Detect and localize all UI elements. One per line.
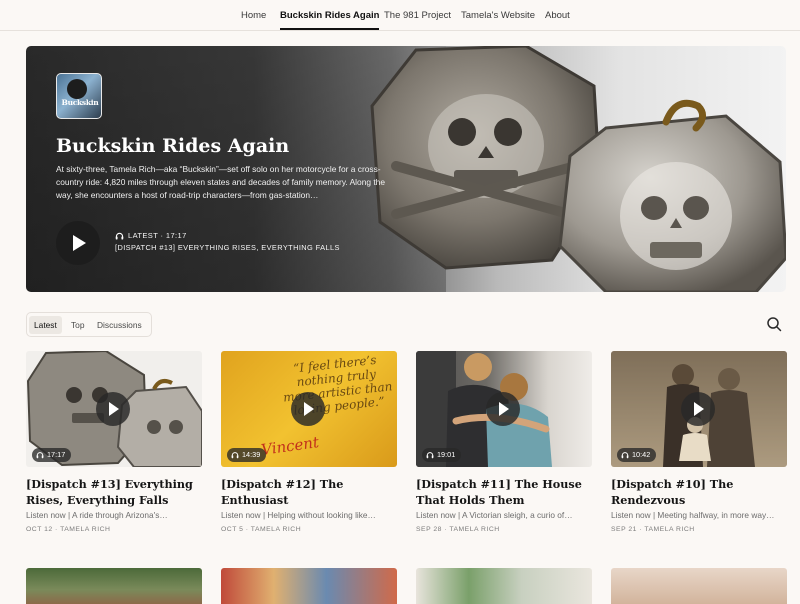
play-icon[interactable]	[681, 392, 715, 426]
top-navigation: Home Buckskin Rides Again The 981 Projec…	[0, 0, 800, 31]
tab-discussions[interactable]: Discussions	[92, 316, 147, 334]
duration-badge: 10:42	[617, 448, 657, 462]
coins-cover-image	[370, 46, 786, 292]
duration-badge: 14:39	[227, 448, 267, 462]
post-thumbnail-bottles[interactable]	[416, 568, 592, 604]
play-latest-button[interactable]	[56, 221, 100, 265]
publication-logo[interactable]: Buckskin	[56, 73, 102, 119]
post-thumbnail-colorful[interactable]	[221, 568, 397, 604]
quote-signature: Vincent	[260, 433, 320, 459]
post-title[interactable]: [Dispatch #12] The Enthusiast	[221, 476, 397, 508]
post-filter-tabs: Latest Top Discussions	[26, 312, 152, 337]
play-icon[interactable]	[96, 392, 130, 426]
post-meta: OCT 5 · TAMELA RICH	[221, 526, 302, 533]
headphones-icon	[36, 452, 44, 459]
post-card[interactable]: 17:17 [Dispatch #13] Everything Rises, E…	[26, 351, 202, 533]
post-card[interactable]: 10:42 [Dispatch #10] The Rendezvous List…	[611, 351, 787, 533]
latest-episode-label: LATEST · 17:17	[115, 231, 187, 240]
duration-badge: 17:17	[32, 448, 72, 462]
play-icon[interactable]	[486, 392, 520, 426]
post-meta: SEP 21 · TAMELA RICH	[611, 526, 695, 533]
duration-text: 17:17	[47, 450, 66, 459]
post-thumbnail-portrait[interactable]	[611, 568, 787, 604]
duration-text: 10:42	[632, 450, 651, 459]
post-meta: OCT 12 · TAMELA RICH	[26, 526, 111, 533]
headphones-icon	[115, 232, 124, 240]
search-icon[interactable]	[766, 316, 782, 332]
post-card[interactable]: 19:01 [Dispatch #11] The House That Hold…	[416, 351, 592, 533]
author-avatar	[67, 79, 87, 99]
nav-item-tamelas-website[interactable]: Tamela's Website	[461, 10, 535, 21]
publication-title: Buckskin Rides Again	[56, 135, 290, 157]
post-thumbnail[interactable]: 17:17	[26, 351, 202, 467]
post-meta: SEP 28 · TAMELA RICH	[416, 526, 500, 533]
nav-item-home[interactable]: Home	[241, 10, 266, 21]
post-thumbnail-garden[interactable]	[26, 568, 202, 604]
nav-item-about[interactable]: About	[545, 10, 570, 21]
duration-text: 14:39	[242, 450, 261, 459]
post-subtitle: Listen now | A ride through Arizona's…	[26, 510, 168, 520]
tab-latest[interactable]: Latest	[29, 316, 62, 334]
post-subtitle: Listen now | A Victorian sleigh, a curio…	[416, 510, 573, 520]
publication-description: At sixty-three, Tamela Rich—aka “Buckski…	[56, 164, 385, 200]
post-subtitle: Listen now | Meeting halfway, in more wa…	[611, 510, 775, 520]
hero-banner: Buckskin Buckskin Rides Again At sixty-t…	[26, 46, 786, 292]
headphones-icon	[426, 452, 434, 459]
post-title[interactable]: [Dispatch #10] The Rendezvous	[611, 476, 787, 508]
play-icon[interactable]	[291, 392, 325, 426]
tab-top[interactable]: Top	[66, 316, 90, 334]
publication-logo-text: Buckskin	[61, 98, 99, 107]
post-thumbnail[interactable]: 19:01	[416, 351, 592, 467]
post-thumbnail[interactable]: 10:42	[611, 351, 787, 467]
post-title[interactable]: [Dispatch #13] Everything Rises, Everyth…	[26, 476, 202, 508]
post-thumbnail[interactable]: “I feel there’s nothing truly more artis…	[221, 351, 397, 467]
latest-episode-title[interactable]: [DISPATCH #13] EVERYTHING RISES, EVERYTH…	[115, 243, 340, 252]
nav-item-buckskin-rides-again[interactable]: Buckskin Rides Again	[280, 10, 380, 30]
duration-text: 19:01	[437, 450, 456, 459]
post-card[interactable]: “I feel there’s nothing truly more artis…	[221, 351, 397, 533]
headphones-icon	[621, 452, 629, 459]
nav-item-981-project[interactable]: The 981 Project	[384, 10, 451, 21]
post-subtitle: Listen now | Helping without looking lik…	[221, 510, 376, 520]
headphones-icon	[231, 452, 239, 459]
latest-duration-text: LATEST · 17:17	[128, 231, 187, 240]
duration-badge: 19:01	[422, 448, 462, 462]
post-title[interactable]: [Dispatch #11] The House That Holds Them	[416, 476, 592, 508]
